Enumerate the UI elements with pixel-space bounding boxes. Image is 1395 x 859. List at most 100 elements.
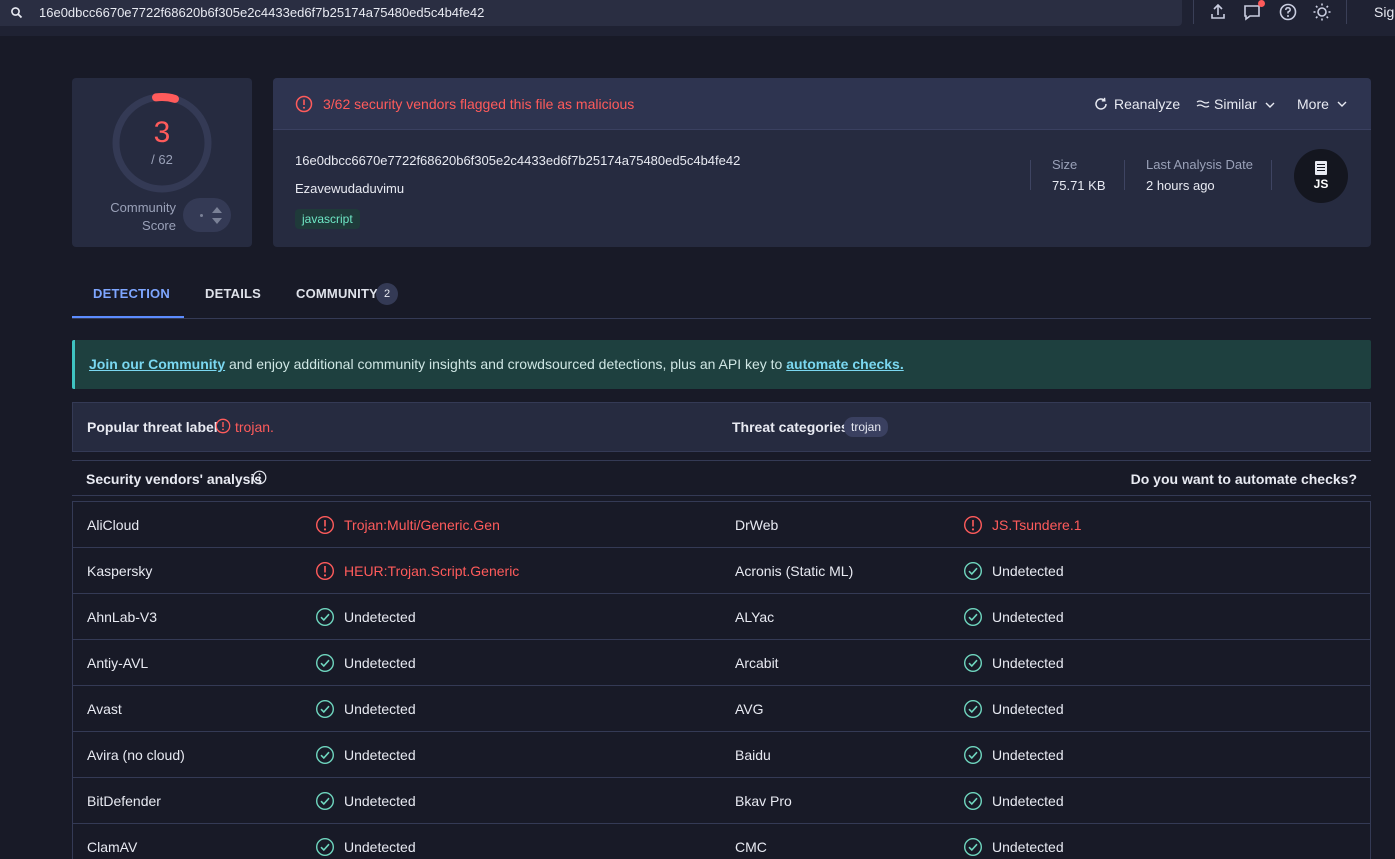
- vendor-result: Undetected: [992, 655, 1064, 671]
- vendor-result[interactable]: HEUR:Trojan.Script.Generic: [344, 563, 519, 579]
- table-row: Kaspersky HEUR:Trojan.Script.Generic Acron…: [73, 548, 1370, 594]
- sign-in-link[interactable]: Sig: [1374, 4, 1394, 20]
- size-value: 75.71 KB: [1052, 178, 1106, 193]
- active-tab-indicator: [72, 316, 184, 318]
- table-row: BitDefender Undetected Bkav Pro Undetected: [73, 778, 1370, 824]
- document-icon: [1315, 161, 1327, 175]
- check-circle-icon: [315, 653, 335, 673]
- vendor-name: Kaspersky: [87, 563, 153, 579]
- vendor-name: Baidu: [735, 747, 771, 763]
- divider: [1124, 160, 1125, 190]
- check-circle-icon: [315, 791, 335, 811]
- vendor-result[interactable]: Trojan:Multi/Generic.Gen: [344, 517, 500, 533]
- alert-icon: [963, 515, 983, 535]
- vendor-result: Undetected: [344, 747, 416, 763]
- threat-category-chip[interactable]: trojan: [844, 417, 889, 437]
- file-type-label: JS: [1313, 177, 1329, 191]
- malicious-flag-text: 3/62 security vendors flagged this file …: [323, 96, 635, 112]
- threat-categories-label: Threat categories: [732, 419, 849, 435]
- vendors-header: Security vendors' analysis Do you want t…: [72, 460, 1371, 496]
- reanalyze-button[interactable]: Reanalyze: [1094, 96, 1180, 112]
- vendor-name: Avira (no cloud): [87, 747, 185, 763]
- file-summary-card: 3/62 security vendors flagged this file …: [273, 78, 1371, 247]
- upload-icon[interactable]: [1208, 2, 1228, 22]
- table-row: Avast Undetected AVG Undetected: [73, 686, 1370, 732]
- more-label: More: [1297, 96, 1329, 112]
- vendor-result: Undetected: [344, 609, 416, 625]
- reanalyze-label: Reanalyze: [1114, 96, 1181, 112]
- threat-summary-row: Popular threat label trojan. Threat cate…: [72, 402, 1371, 452]
- vendor-result[interactable]: JS.Tsundere.1: [992, 517, 1082, 533]
- search-bar[interactable]: 16e0dbcc6670e7722f68620b6f305e2c4433ed6f…: [0, 0, 1182, 26]
- vendor-total: / 62: [151, 152, 173, 167]
- check-circle-icon: [963, 653, 983, 673]
- vendor-result: Undetected: [992, 701, 1064, 717]
- vendor-result: Undetected: [344, 701, 416, 717]
- detection-count: 3: [153, 116, 171, 149]
- vendor-name: Avast: [87, 701, 122, 717]
- divider: [1030, 160, 1031, 190]
- vendor-name: ClamAV: [87, 839, 138, 855]
- search-icon: [11, 7, 23, 19]
- vendor-name: Bkav Pro: [735, 793, 792, 809]
- vendor-result: Undetected: [344, 655, 416, 671]
- alert-icon: [315, 515, 335, 535]
- automate-checks-link[interactable]: automate checks.: [786, 356, 904, 372]
- table-row: AhnLab-V3 Undetected ALYac Undetected: [73, 594, 1370, 640]
- file-tag[interactable]: javascript: [295, 209, 360, 229]
- similar-button[interactable]: Similar: [1196, 96, 1275, 112]
- detection-score-card: 3 / 62 Community Score: [72, 78, 252, 247]
- tab-community[interactable]: COMMUNITY: [296, 286, 378, 301]
- vendors-title: Security vendors' analysis: [86, 471, 263, 487]
- vendor-name: ALYac: [735, 609, 775, 625]
- community-score-label-line2: Score: [142, 218, 176, 233]
- file-hash[interactable]: 16e0dbcc6670e7722f68620b6f305e2c4433ed6f…: [295, 153, 740, 168]
- theme-icon[interactable]: [1312, 2, 1332, 22]
- join-community-link[interactable]: Join our Community: [89, 356, 225, 372]
- tab-details[interactable]: DETAILS: [205, 286, 261, 301]
- vendor-name: AVG: [735, 701, 764, 717]
- vendor-result: Undetected: [992, 609, 1064, 625]
- vendor-name: CMC: [735, 839, 767, 855]
- vendor-name: DrWeb: [735, 517, 779, 533]
- table-row: Avira (no cloud) Undetected Baidu Undetecte…: [73, 732, 1370, 778]
- help-icon[interactable]: [1278, 2, 1298, 22]
- table-row: Antiy-AVL Undetected Arcabit Undetected: [73, 640, 1370, 686]
- vendor-result: Undetected: [992, 563, 1064, 579]
- chevron-down-icon: [1265, 102, 1275, 108]
- search-input[interactable]: 16e0dbcc6670e7722f68620b6f305e2c4433ed6f…: [39, 5, 484, 20]
- vote-down-icon[interactable]: [212, 218, 222, 224]
- divider: [1193, 0, 1194, 24]
- tab-detection[interactable]: DETECTION: [93, 286, 170, 301]
- size-label: Size: [1052, 157, 1078, 172]
- tab-bar: DETECTION DETAILS COMMUNITY 2: [72, 270, 1371, 319]
- alert-icon: [215, 418, 231, 434]
- similar-label: Similar: [1214, 96, 1257, 112]
- more-button[interactable]: More: [1297, 96, 1347, 112]
- vote-up-icon[interactable]: [212, 207, 222, 213]
- vendor-name: AliCloud: [87, 517, 140, 533]
- check-circle-icon: [963, 745, 983, 765]
- last-analysis-label: Last Analysis Date: [1146, 157, 1253, 172]
- vendor-name: Arcabit: [735, 655, 779, 671]
- vendor-result: Undetected: [992, 793, 1064, 809]
- vendor-result: Undetected: [344, 839, 416, 855]
- summary-header: 3/62 security vendors flagged this file …: [273, 78, 1371, 130]
- chevron-down-icon: [1337, 101, 1347, 107]
- vote-dot: [200, 214, 203, 217]
- check-circle-icon: [963, 699, 983, 719]
- automate-checks-link[interactable]: Do you want to automate checks?: [1131, 471, 1357, 487]
- community-vote-control[interactable]: [183, 198, 231, 232]
- community-score-label-line1: Community: [110, 200, 176, 215]
- divider: [1346, 0, 1347, 24]
- vendors-table: AliCloud Trojan:Multi/Generic.Gen DrWeb JS.…: [72, 501, 1371, 859]
- table-row: AliCloud Trojan:Multi/Generic.Gen DrWeb JS.…: [73, 502, 1370, 548]
- alert-icon: [315, 561, 335, 581]
- popular-threat-value[interactable]: trojan.: [235, 419, 274, 435]
- vendor-name: AhnLab-V3: [87, 609, 158, 625]
- info-icon[interactable]: [252, 470, 267, 485]
- vendor-result: Undetected: [992, 839, 1064, 855]
- table-row: ClamAV Undetected CMC Undetected: [73, 824, 1370, 859]
- community-score-label: Community Score: [86, 199, 176, 235]
- top-bar: 16e0dbcc6670e7722f68620b6f305e2c4433ed6f…: [0, 0, 1395, 36]
